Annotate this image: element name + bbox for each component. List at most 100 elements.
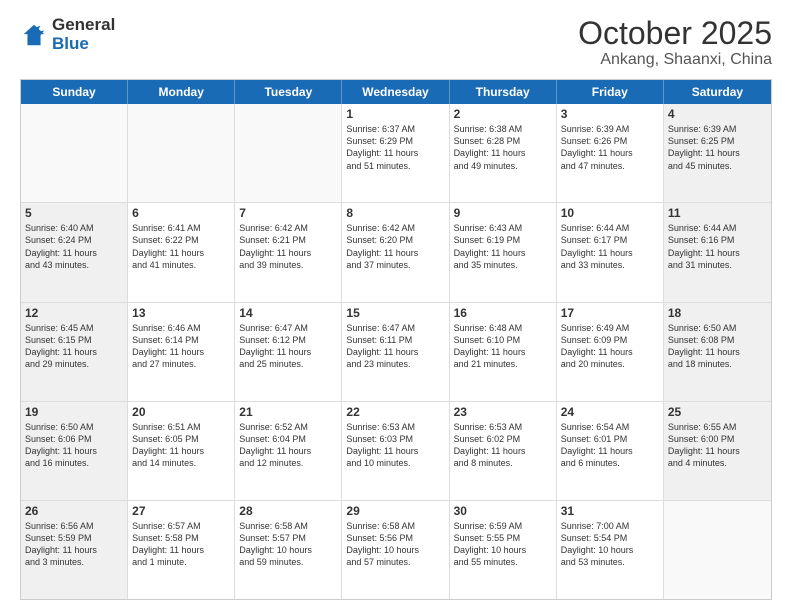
calendar-day-17: 17Sunrise: 6:49 AM Sunset: 6:09 PM Dayli… xyxy=(557,303,664,401)
calendar-day-22: 22 Sunrise: 6:53 AM Sunset: 6:03 PM Dayli… xyxy=(342,402,449,500)
logo-general: General xyxy=(52,16,115,35)
day-info: Sunrise: 6:37 AM Sunset: 6:29 PM Dayligh… xyxy=(346,123,444,172)
calendar-day-9: 9Sunrise: 6:43 AM Sunset: 6:19 PM Daylig… xyxy=(450,203,557,301)
day-info: Sunrise: 6:46 AM Sunset: 6:14 PM Dayligh… xyxy=(132,322,230,371)
calendar-day-2: 2 Sunrise: 6:38 AM Sunset: 6:28 PM Daylig… xyxy=(450,104,557,202)
calendar-day-11: 11 Sunrise: 6:44 AM Sunset: 6:16 PM Dayli… xyxy=(664,203,771,301)
day-info: Sunrise: 6:47 AM Sunset: 6:12 PM Dayligh… xyxy=(239,322,337,371)
day-info: Sunrise: 6:55 AM Sunset: 6:00 PM Dayligh… xyxy=(668,421,767,470)
day-number: 24 xyxy=(561,405,659,419)
calendar-day-27: 27 Sunrise: 6:57 AM Sunset: 5:58 PM Dayli… xyxy=(128,501,235,599)
day-number: 25 xyxy=(668,405,767,419)
calendar-day-empty xyxy=(128,104,235,202)
logo-icon xyxy=(20,21,48,49)
day-number: 11 xyxy=(668,206,767,220)
day-info: Sunrise: 6:59 AM Sunset: 5:55 PM Dayligh… xyxy=(454,520,552,569)
calendar-day-24: 24Sunrise: 6:54 AM Sunset: 6:01 PM Dayli… xyxy=(557,402,664,500)
calendar-day-14: 14 Sunrise: 6:47 AM Sunset: 6:12 PM Dayli… xyxy=(235,303,342,401)
day-number: 18 xyxy=(668,306,767,320)
day-number: 27 xyxy=(132,504,230,518)
day-number: 22 xyxy=(346,405,444,419)
day-info: Sunrise: 6:50 AM Sunset: 6:06 PM Dayligh… xyxy=(25,421,123,470)
header-day-saturday: Saturday xyxy=(664,80,771,104)
day-number: 26 xyxy=(25,504,123,518)
header-day-monday: Monday xyxy=(128,80,235,104)
calendar-week-5: 26Sunrise: 6:56 AM Sunset: 5:59 PM Dayli… xyxy=(21,501,771,599)
calendar-week-2: 5Sunrise: 6:40 AM Sunset: 6:24 PM Daylig… xyxy=(21,203,771,302)
calendar: SundayMondayTuesdayWednesdayThursdayFrid… xyxy=(20,79,772,600)
logo-text: General Blue xyxy=(52,16,115,53)
day-info: Sunrise: 6:53 AM Sunset: 6:02 PM Dayligh… xyxy=(454,421,552,470)
calendar-day-16: 16 Sunrise: 6:48 AM Sunset: 6:10 PM Dayli… xyxy=(450,303,557,401)
calendar-week-4: 19 Sunrise: 6:50 AM Sunset: 6:06 PM Dayli… xyxy=(21,402,771,501)
calendar-day-empty xyxy=(21,104,128,202)
header: General Blue October 2025 Ankang, Shaanx… xyxy=(20,16,772,69)
logo: General Blue xyxy=(20,16,115,53)
calendar-day-28: 28Sunrise: 6:58 AM Sunset: 5:57 PM Dayli… xyxy=(235,501,342,599)
day-info: Sunrise: 6:53 AM Sunset: 6:03 PM Dayligh… xyxy=(346,421,444,470)
day-info: Sunrise: 6:47 AM Sunset: 6:11 PM Dayligh… xyxy=(346,322,444,371)
calendar-header: SundayMondayTuesdayWednesdayThursdayFrid… xyxy=(21,80,771,104)
day-number: 31 xyxy=(561,504,659,518)
day-number: 2 xyxy=(454,107,552,121)
day-number: 10 xyxy=(561,206,659,220)
day-number: 8 xyxy=(346,206,444,220)
calendar-day-7: 7 Sunrise: 6:42 AM Sunset: 6:21 PM Daylig… xyxy=(235,203,342,301)
calendar-day-10: 10 Sunrise: 6:44 AM Sunset: 6:17 PM Dayli… xyxy=(557,203,664,301)
day-info: Sunrise: 6:40 AM Sunset: 6:24 PM Dayligh… xyxy=(25,222,123,271)
day-info: Sunrise: 6:50 AM Sunset: 6:08 PM Dayligh… xyxy=(668,322,767,371)
calendar-day-13: 13 Sunrise: 6:46 AM Sunset: 6:14 PM Dayli… xyxy=(128,303,235,401)
calendar-day-29: 29Sunrise: 6:58 AM Sunset: 5:56 PM Dayli… xyxy=(342,501,449,599)
day-number: 19 xyxy=(25,405,123,419)
calendar-week-1: 1 Sunrise: 6:37 AM Sunset: 6:29 PM Daylig… xyxy=(21,104,771,203)
calendar-day-15: 15 Sunrise: 6:47 AM Sunset: 6:11 PM Dayli… xyxy=(342,303,449,401)
calendar-day-21: 21 Sunrise: 6:52 AM Sunset: 6:04 PM Dayli… xyxy=(235,402,342,500)
day-number: 13 xyxy=(132,306,230,320)
day-info: Sunrise: 6:57 AM Sunset: 5:58 PM Dayligh… xyxy=(132,520,230,569)
day-number: 15 xyxy=(346,306,444,320)
calendar-body: 1 Sunrise: 6:37 AM Sunset: 6:29 PM Daylig… xyxy=(21,104,771,599)
calendar-subtitle: Ankang, Shaanxi, China xyxy=(578,51,772,69)
title-block: October 2025 Ankang, Shaanxi, China xyxy=(578,16,772,69)
day-info: Sunrise: 6:38 AM Sunset: 6:28 PM Dayligh… xyxy=(454,123,552,172)
calendar-day-12: 12Sunrise: 6:45 AM Sunset: 6:15 PM Dayli… xyxy=(21,303,128,401)
day-number: 21 xyxy=(239,405,337,419)
day-info: Sunrise: 6:43 AM Sunset: 6:19 PM Dayligh… xyxy=(454,222,552,271)
day-number: 29 xyxy=(346,504,444,518)
calendar-week-3: 12Sunrise: 6:45 AM Sunset: 6:15 PM Dayli… xyxy=(21,303,771,402)
day-number: 16 xyxy=(454,306,552,320)
day-number: 20 xyxy=(132,405,230,419)
day-number: 6 xyxy=(132,206,230,220)
day-info: Sunrise: 7:00 AM Sunset: 5:54 PM Dayligh… xyxy=(561,520,659,569)
day-number: 7 xyxy=(239,206,337,220)
day-info: Sunrise: 6:41 AM Sunset: 6:22 PM Dayligh… xyxy=(132,222,230,271)
day-info: Sunrise: 6:42 AM Sunset: 6:21 PM Dayligh… xyxy=(239,222,337,271)
logo-blue: Blue xyxy=(52,35,115,54)
header-day-tuesday: Tuesday xyxy=(235,80,342,104)
calendar-day-4: 4Sunrise: 6:39 AM Sunset: 6:25 PM Daylig… xyxy=(664,104,771,202)
day-info: Sunrise: 6:42 AM Sunset: 6:20 PM Dayligh… xyxy=(346,222,444,271)
calendar-day-30: 30 Sunrise: 6:59 AM Sunset: 5:55 PM Dayli… xyxy=(450,501,557,599)
day-info: Sunrise: 6:44 AM Sunset: 6:17 PM Dayligh… xyxy=(561,222,659,271)
day-info: Sunrise: 6:48 AM Sunset: 6:10 PM Dayligh… xyxy=(454,322,552,371)
day-info: Sunrise: 6:49 AM Sunset: 6:09 PM Dayligh… xyxy=(561,322,659,371)
day-number: 30 xyxy=(454,504,552,518)
day-number: 14 xyxy=(239,306,337,320)
calendar-day-19: 19 Sunrise: 6:50 AM Sunset: 6:06 PM Dayli… xyxy=(21,402,128,500)
header-day-wednesday: Wednesday xyxy=(342,80,449,104)
header-day-friday: Friday xyxy=(557,80,664,104)
day-number: 28 xyxy=(239,504,337,518)
calendar-day-empty xyxy=(664,501,771,599)
day-number: 1 xyxy=(346,107,444,121)
calendar-day-empty xyxy=(235,104,342,202)
calendar-day-23: 23 Sunrise: 6:53 AM Sunset: 6:02 PM Dayli… xyxy=(450,402,557,500)
day-info: Sunrise: 6:52 AM Sunset: 6:04 PM Dayligh… xyxy=(239,421,337,470)
day-info: Sunrise: 6:39 AM Sunset: 6:25 PM Dayligh… xyxy=(668,123,767,172)
header-day-thursday: Thursday xyxy=(450,80,557,104)
day-info: Sunrise: 6:44 AM Sunset: 6:16 PM Dayligh… xyxy=(668,222,767,271)
day-number: 23 xyxy=(454,405,552,419)
calendar-title: October 2025 xyxy=(578,16,772,51)
calendar-day-5: 5Sunrise: 6:40 AM Sunset: 6:24 PM Daylig… xyxy=(21,203,128,301)
calendar-day-6: 6 Sunrise: 6:41 AM Sunset: 6:22 PM Daylig… xyxy=(128,203,235,301)
header-day-sunday: Sunday xyxy=(21,80,128,104)
